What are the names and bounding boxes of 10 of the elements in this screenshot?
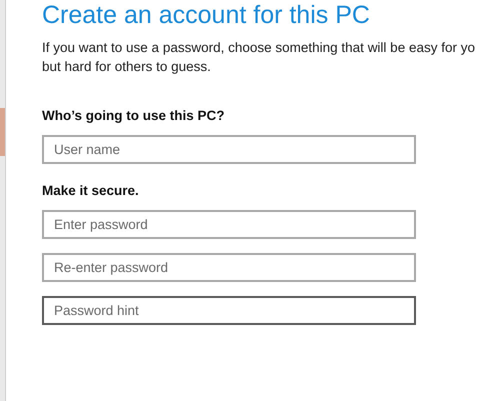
intro-text: but hard for others to guess.	[42, 58, 212, 76]
text-field[interactable]: User name	[42, 135, 416, 164]
text-field[interactable]: Password hint	[42, 296, 416, 325]
text-field[interactable]: Enter password	[42, 210, 416, 239]
section-heading: Make it secure.	[42, 182, 140, 200]
intro-text: If you want to use a password, choose something that will be easy for yo	[42, 39, 476, 57]
section-heading: Who’s going to use this PC?	[42, 107, 226, 125]
page-title: Create an account for this PC	[42, 0, 371, 30]
side-marker	[0, 108, 5, 156]
text-field[interactable]: Re-enter password	[42, 253, 416, 282]
